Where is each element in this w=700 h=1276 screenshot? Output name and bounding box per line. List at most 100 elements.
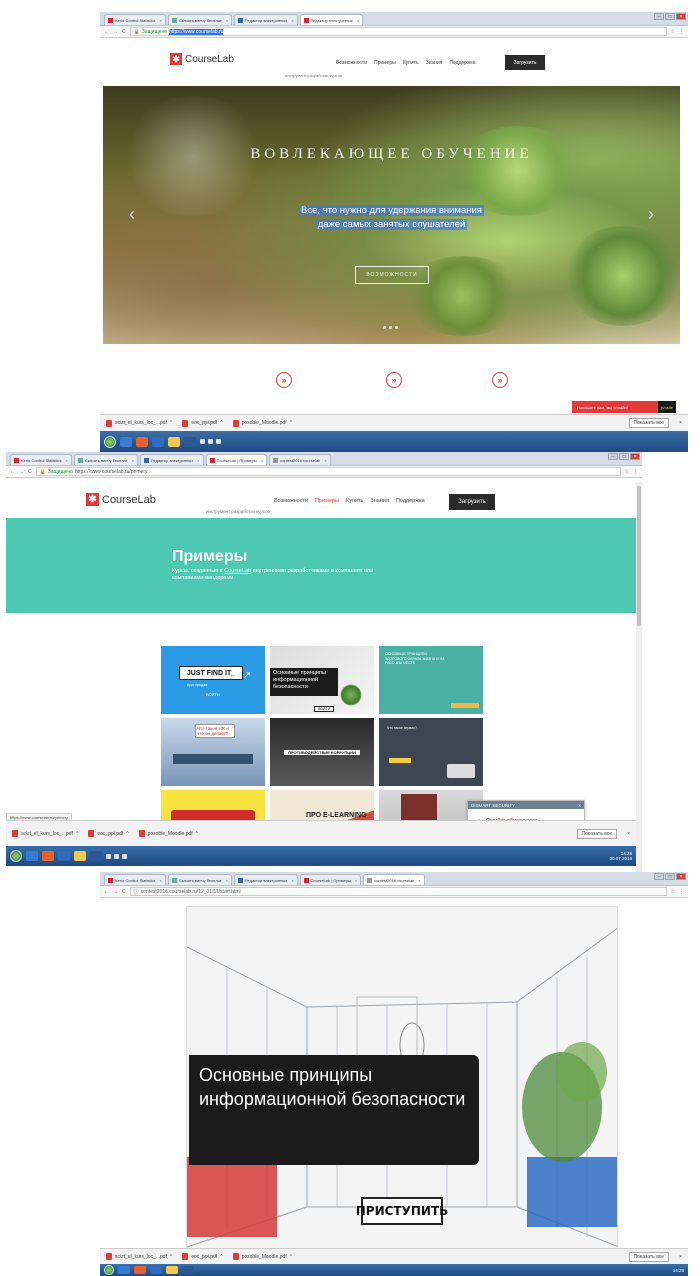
chrome-icon[interactable] (134, 1266, 146, 1274)
scrollbar-thumb[interactable] (637, 486, 641, 626)
menu-item-support[interactable]: Поддержка (449, 60, 475, 66)
word-icon[interactable] (182, 1266, 194, 1274)
tray-icon[interactable] (106, 853, 111, 859)
word-icon[interactable] (184, 436, 196, 447)
maximize-button[interactable]: □ (665, 13, 675, 20)
example-card[interactable]: Основные принципы информационной безопас… (270, 646, 374, 714)
browser-tab[interactable]: contest2016.courselab × (269, 454, 331, 465)
folder-icon[interactable] (166, 1266, 178, 1274)
chevron-up-icon[interactable]: ^ (126, 831, 128, 837)
close-icon[interactable]: × (291, 878, 293, 883)
explorer-icon[interactable] (120, 436, 132, 447)
folder-icon[interactable] (74, 851, 86, 861)
chevron-up-icon[interactable]: ^ (220, 420, 222, 426)
browser-tab[interactable]: Скачать винчу бесплат × (167, 14, 232, 25)
menu-item-knowledge[interactable]: Знания (370, 498, 389, 504)
download-item[interactable]: posobie_Moodle.pdf ^ (232, 1253, 292, 1260)
start-course-button[interactable]: ПРИСТУПИТЬ (356, 1197, 448, 1225)
show-all-downloads-button[interactable]: Показать все (576, 828, 618, 839)
ie-icon[interactable] (152, 436, 164, 447)
url-text[interactable]: contest2016.courselab.ru/12_01/11/start.… (141, 889, 241, 895)
forward-icon[interactable]: → (19, 469, 24, 475)
menu-icon[interactable]: ⋮ (679, 889, 684, 895)
browser-tab[interactable]: Редактор электронных × (233, 874, 298, 885)
close-icon[interactable]: × (226, 878, 228, 883)
forward-icon[interactable]: → (113, 889, 118, 895)
word-icon[interactable] (90, 851, 102, 861)
back-icon[interactable]: ← (104, 29, 109, 35)
menu-icon[interactable]: ⋮ (679, 29, 684, 35)
download-item[interactable]: eoc_ppi.pdf ^ (182, 419, 223, 427)
menu-item-buy[interactable]: Купить (346, 498, 363, 504)
url-field[interactable]: ⓘ contest2016.courselab.ru/12_01/11/start… (129, 887, 667, 896)
tray-icon[interactable] (200, 439, 205, 444)
menu-icon[interactable]: ⋮ (633, 469, 638, 475)
explorer-icon[interactable] (26, 851, 38, 861)
start-button[interactable] (104, 1265, 114, 1275)
menu-item-buy[interactable]: Купить (403, 60, 419, 66)
card-button[interactable] (389, 758, 411, 763)
star-icon[interactable]: ☆ (625, 469, 629, 475)
chevron-down-icon[interactable]: » (492, 372, 508, 388)
minimize-button[interactable]: – (608, 453, 618, 460)
card-button[interactable] (451, 703, 479, 708)
download-item[interactable]: eoc_ppi.pdf ^ (182, 1253, 223, 1260)
forward-icon[interactable]: → (113, 29, 118, 35)
slider-dot[interactable] (395, 326, 398, 329)
browser-tab[interactable]: Редактор электронных × (299, 14, 364, 25)
chevron-down-icon[interactable]: » (386, 372, 402, 388)
menu-item-examples[interactable]: Примеры (374, 60, 396, 66)
chrome-icon[interactable] (136, 436, 148, 447)
system-clock[interactable]: 14:28 (673, 1268, 684, 1273)
chevron-up-icon[interactable]: ^ (220, 1254, 222, 1260)
close-icon[interactable]: × (261, 458, 263, 463)
courselab-link[interactable]: CourseLab (224, 568, 251, 574)
folder-icon[interactable] (168, 436, 180, 447)
close-icon[interactable]: × (357, 18, 359, 23)
menu-item-examples[interactable]: Примеры (315, 498, 339, 504)
browser-tab[interactable]: Kerio Control Statistics × (104, 14, 166, 25)
close-icon[interactable]: × (324, 458, 326, 463)
tray-icon[interactable] (114, 853, 119, 859)
chevron-left-icon[interactable]: ‹ (129, 204, 135, 225)
url-text[interactable]: https://www.courselab.ru (168, 28, 224, 35)
card-enter-link[interactable]: ВОЙТИ (314, 706, 335, 712)
close-icon[interactable]: × (132, 458, 134, 463)
menu-item-features[interactable]: Возможности (336, 60, 367, 66)
browser-tab[interactable]: Скачать винчу бесплат × (167, 874, 232, 885)
chevron-right-icon[interactable]: › (648, 204, 654, 225)
page-scrollbar[interactable] (636, 482, 642, 872)
example-card[interactable]: Что такое сервис? (379, 718, 483, 786)
browser-tab[interactable]: Kerio Control Statistics × (10, 454, 72, 465)
download-item[interactable]: eoc_ppi.pdf ^ (88, 830, 129, 837)
example-card[interactable]: Что такое HR и что он делает? (161, 718, 265, 786)
download-item[interactable]: posobie_Moodle.pdf ^ (138, 830, 198, 837)
download-item[interactable]: posobie_Moodle.pdf ^ (232, 419, 292, 427)
tray-icon[interactable] (216, 439, 221, 444)
example-card[interactable]: ПРОТИВОДЕЙСТВИЕ КОРРУПЦИИ (270, 718, 374, 786)
minimize-button[interactable]: – (654, 873, 664, 880)
close-icon[interactable]: × (291, 18, 293, 23)
close-icon[interactable]: × (159, 878, 161, 883)
close-icon[interactable]: × (627, 831, 630, 837)
system-clock[interactable]: 14:28 30.07.2018 (609, 851, 632, 861)
chevron-up-icon[interactable]: ^ (170, 1254, 172, 1260)
reload-icon[interactable]: C (122, 29, 126, 35)
browser-tab[interactable]: Редактор электронных × (233, 14, 298, 25)
example-card[interactable]: JUST FIND IT_ Курс продаж ВОЙТИ ➚ (161, 646, 265, 714)
site-logo[interactable]: ✱ CourseLab (170, 53, 234, 65)
close-icon[interactable]: × (197, 458, 199, 463)
example-card[interactable]: ОСНОВНЫЕ ПРИНЦИПЫ ЗДОРОВОГО ОБРАЗА ЖИЗНИ… (379, 646, 483, 714)
chevron-up-icon[interactable]: ^ (170, 420, 172, 426)
menu-item-knowledge[interactable]: Знания (426, 60, 443, 66)
url-text[interactable]: https://www.courselab.ru/primery (75, 469, 148, 475)
back-icon[interactable]: ← (10, 469, 15, 475)
url-field[interactable]: 🔒 Защищено https://www.courselab.ru/primer… (35, 467, 621, 476)
browser-tab[interactable]: CourseLab | Примеры × (299, 874, 362, 885)
chrome-icon[interactable] (42, 851, 54, 861)
url-field[interactable]: 🔒 Защищено https://www.courselab.ru (129, 27, 667, 36)
browser-tab[interactable]: contest2016.courselab × (363, 874, 425, 885)
menu-item-features[interactable]: Возможности (274, 498, 308, 504)
browser-tab[interactable]: Kerio Control Statistics × (104, 874, 166, 885)
close-window-button[interactable]: × (676, 873, 686, 880)
